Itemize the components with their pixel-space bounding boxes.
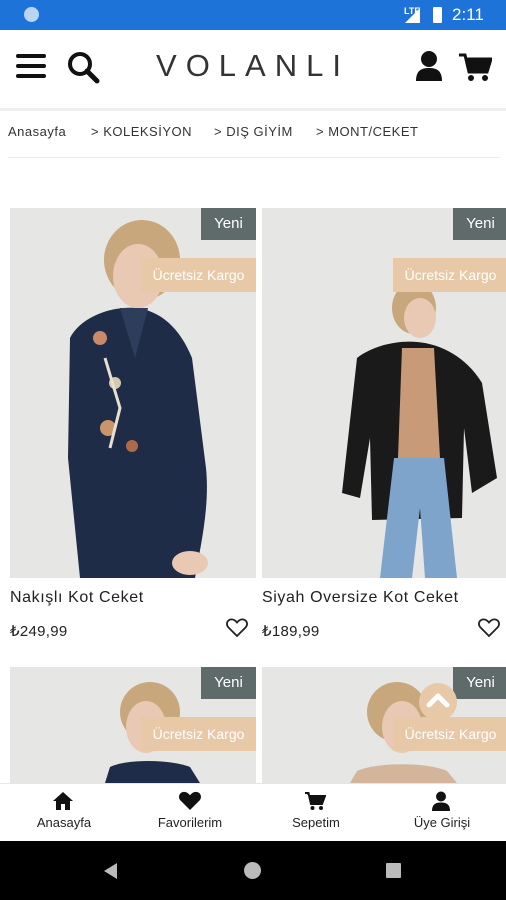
system-nav-bar bbox=[0, 841, 506, 900]
scroll-to-top-button[interactable] bbox=[419, 683, 457, 721]
network-type: LTE bbox=[404, 6, 421, 16]
nav-item-login[interactable]: Üye Girişi bbox=[379, 784, 505, 842]
breadcrumb-mont-ceket[interactable]: > MONT/CEKET bbox=[316, 124, 418, 139]
nav-item-cart[interactable]: Sepetim bbox=[253, 784, 379, 842]
product-title[interactable]: Siyah Oversize Kot Ceket bbox=[262, 589, 459, 607]
badge-free-shipping: Ücretsiz Kargo bbox=[141, 258, 256, 292]
home-button-icon[interactable] bbox=[244, 862, 261, 879]
nav-label: Sepetim bbox=[292, 815, 340, 830]
back-icon[interactable] bbox=[104, 863, 117, 879]
breadcrumb-koleksiyon[interactable]: > KOLEKSİYON bbox=[91, 124, 192, 139]
app-header: VOLANLI bbox=[0, 30, 506, 111]
cart-icon[interactable] bbox=[458, 52, 494, 82]
chevron-up-icon bbox=[426, 693, 450, 708]
nav-label: Üye Girişi bbox=[413, 815, 471, 830]
breadcrumb-dis-giyim[interactable]: > DIŞ GİYİM bbox=[214, 124, 293, 139]
product-image[interactable]: Yeni Ücretsiz Kargo bbox=[262, 208, 506, 578]
product-price: ₺189,99 bbox=[262, 623, 320, 640]
nav-label: Anasayfa bbox=[36, 815, 92, 830]
nav-item-favorites[interactable]: Favorilerim bbox=[127, 784, 253, 842]
badge-new: Yeni bbox=[201, 667, 256, 699]
product-price: ₺249,99 bbox=[10, 623, 68, 640]
badge-free-shipping: Ücretsiz Kargo bbox=[393, 717, 506, 751]
badge-new: Yeni bbox=[201, 208, 256, 240]
breadcrumb-home[interactable]: Anasayfa bbox=[8, 124, 66, 139]
bottom-nav: Anasayfa Favorilerim Sepetim Üye Girişi bbox=[0, 783, 506, 842]
nav-item-home[interactable]: Anasayfa bbox=[1, 784, 127, 842]
badge-free-shipping: Ücretsiz Kargo bbox=[393, 258, 506, 292]
product-image[interactable]: Yeni Ücretsiz Kargo bbox=[262, 667, 506, 783]
badge-free-shipping: Ücretsiz Kargo bbox=[141, 717, 256, 751]
notification-dot-icon bbox=[24, 7, 39, 22]
heart-icon bbox=[179, 791, 201, 810]
battery-icon bbox=[433, 7, 442, 23]
badge-new: Yeni bbox=[453, 667, 506, 699]
breadcrumb: Anasayfa > KOLEKSİYON > DIŞ GİYİM > MONT… bbox=[0, 124, 506, 144]
recent-apps-icon[interactable] bbox=[386, 863, 401, 878]
product-image[interactable]: Yeni Ücretsiz Kargo bbox=[10, 208, 256, 578]
cart-icon bbox=[305, 792, 326, 810]
product-image[interactable]: Yeni Ücretsiz Kargo bbox=[10, 667, 256, 783]
home-icon bbox=[53, 792, 73, 810]
user-icon[interactable] bbox=[414, 50, 444, 82]
favorite-heart-icon[interactable] bbox=[226, 618, 248, 638]
nav-label: Favorilerim bbox=[157, 815, 223, 830]
status-time: 2:11 bbox=[452, 5, 484, 24]
product-title[interactable]: Nakışlı Kot Ceket bbox=[10, 589, 144, 607]
user-icon bbox=[432, 791, 450, 811]
status-bar: LTE 2:11 bbox=[0, 0, 506, 30]
favorite-heart-icon[interactable] bbox=[478, 618, 500, 638]
badge-new: Yeni bbox=[453, 208, 506, 240]
breadcrumb-divider bbox=[8, 157, 500, 158]
